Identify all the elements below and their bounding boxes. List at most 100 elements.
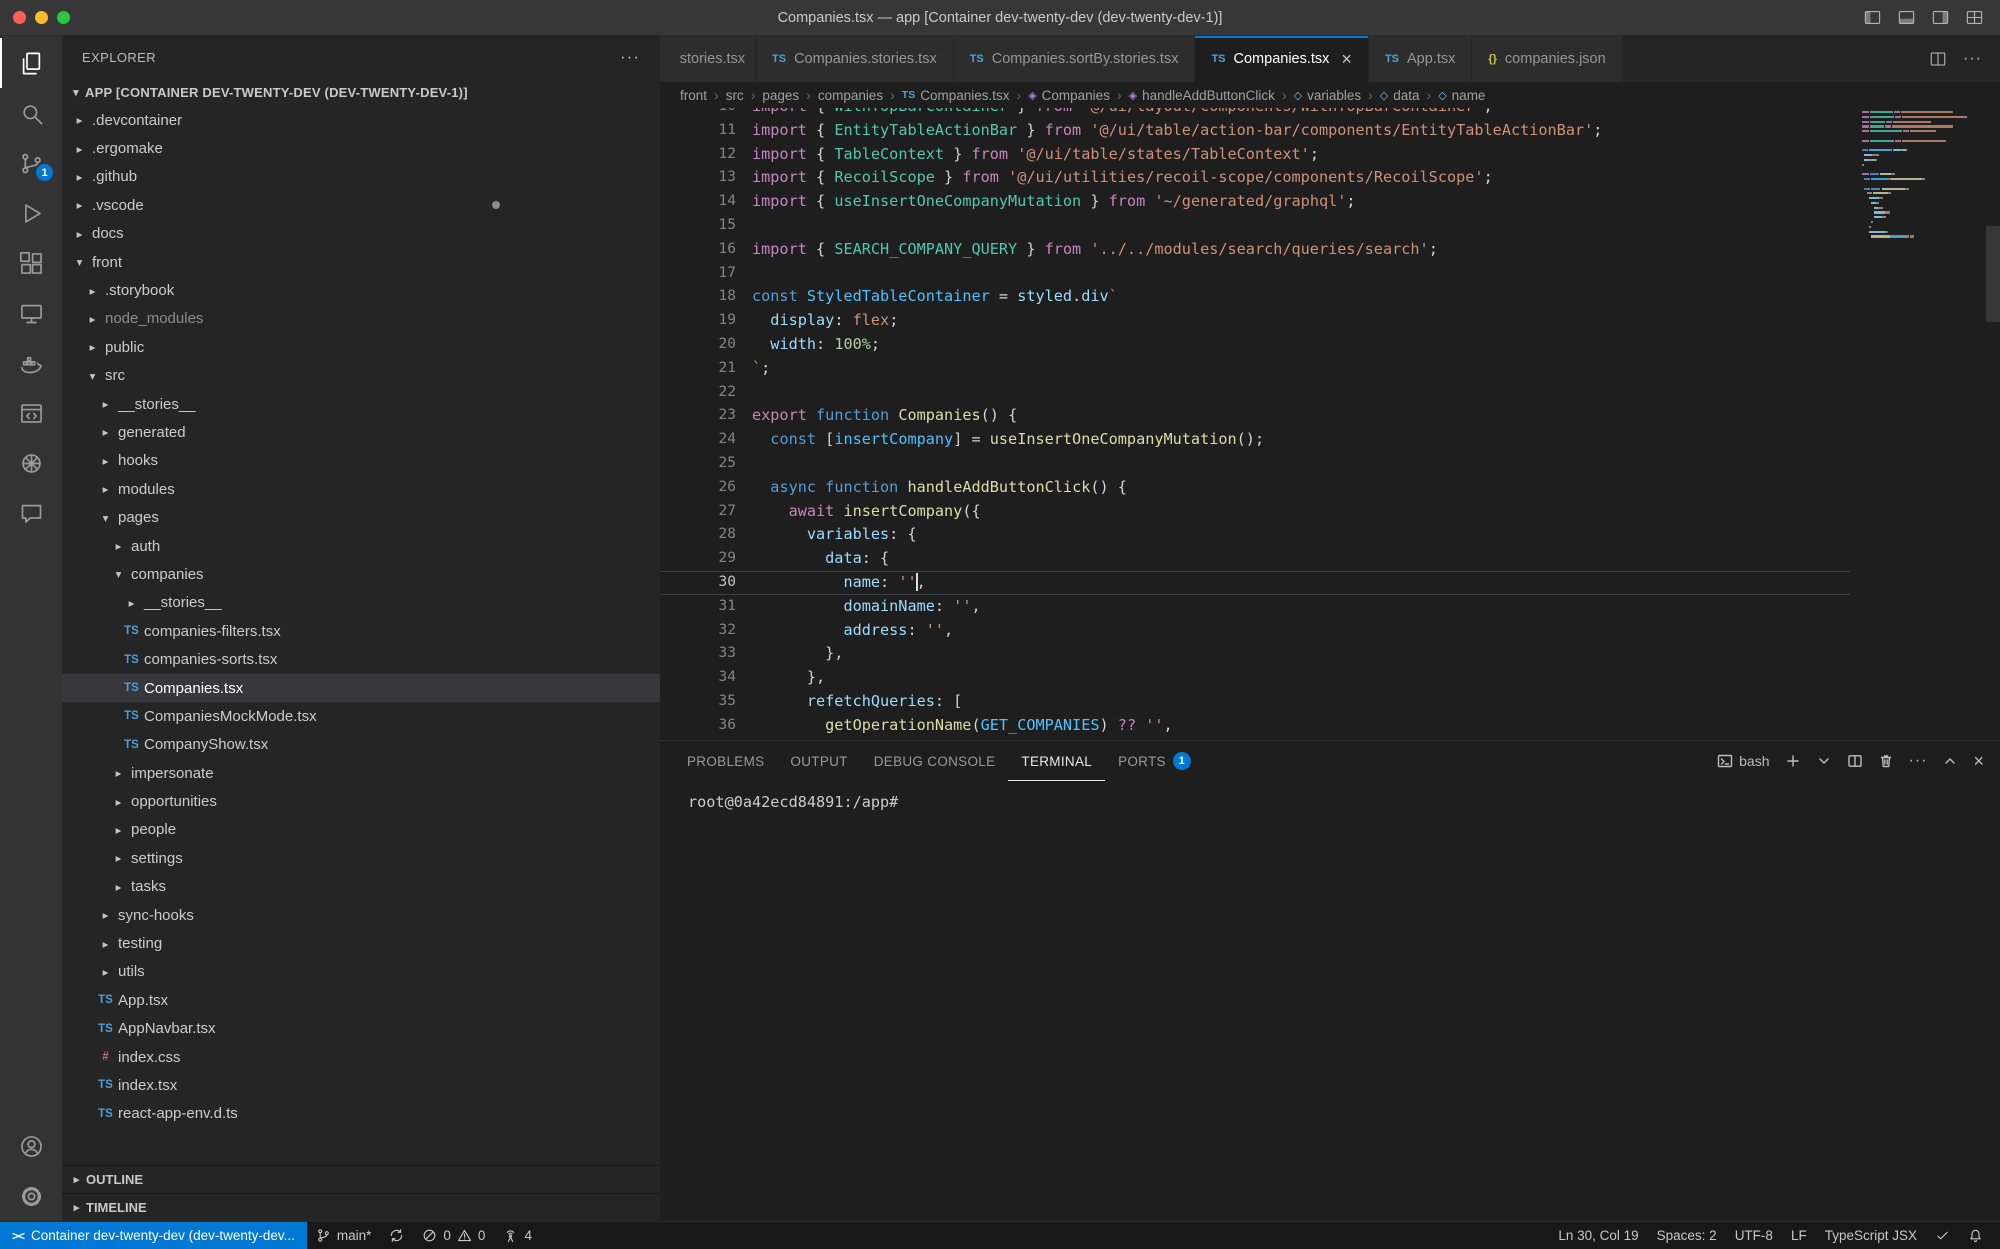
code-text[interactable]: refetchQueries: [ <box>752 690 962 714</box>
search-icon[interactable] <box>0 88 62 138</box>
tab-companies-json[interactable]: {}companies.json <box>1472 36 1622 82</box>
tab-companies-sortby-stories-tsx[interactable]: TSCompanies.sortBy.stories.tsx <box>954 36 1196 82</box>
live-preview-icon[interactable] <box>0 388 62 438</box>
tree-item-stories[interactable]: ▸__stories__ <box>62 390 660 418</box>
tree-item-companies[interactable]: ▾companies <box>62 560 660 588</box>
tree-item-pages[interactable]: ▾pages <box>62 503 660 531</box>
split-terminal-icon[interactable] <box>1847 753 1863 769</box>
code-text[interactable]: }, <box>752 666 825 690</box>
tree-item-settings[interactable]: ▸settings <box>62 844 660 872</box>
tree-item-modules[interactable]: ▸modules <box>62 475 660 503</box>
breadcrumb-item-front[interactable]: front <box>680 88 707 103</box>
split-editor-icon[interactable] <box>1929 50 1947 68</box>
remote-indicator[interactable]: >< Container dev-twenty-dev (dev-twenty-… <box>0 1222 307 1249</box>
run-debug-icon[interactable] <box>0 188 62 238</box>
code-text[interactable]: `; <box>752 357 770 381</box>
code-text[interactable]: import { TableContext } from '@/ui/table… <box>752 143 1319 167</box>
eol-status[interactable]: LF <box>1782 1222 1816 1249</box>
terminal-shell-selector[interactable]: bash <box>1717 753 1769 769</box>
panel-tab-problems[interactable]: PROBLEMS <box>674 741 777 781</box>
code-text[interactable]: const StyledTableContainer = styled.div` <box>752 285 1118 309</box>
toggle-panel-icon[interactable] <box>1897 8 1916 27</box>
minimize-window-button[interactable] <box>35 11 48 24</box>
launch-profile-chevron-icon[interactable] <box>1816 753 1832 769</box>
tree-item-companies-filters-tsx[interactable]: TScompanies-filters.tsx <box>62 617 660 645</box>
new-terminal-icon[interactable] <box>1785 753 1801 769</box>
code-text[interactable]: await insertCompany({ <box>752 500 981 524</box>
code-text[interactable]: variables: { <box>752 523 917 547</box>
breadcrumb-item-name[interactable]: ◇name <box>1438 88 1485 103</box>
ports-status[interactable]: 4 <box>494 1222 541 1249</box>
code-text[interactable]: }, <box>752 642 843 666</box>
sync-changes-button[interactable] <box>380 1222 413 1249</box>
section-header-timeline[interactable]: ▸TIMELINE <box>62 1193 660 1221</box>
panel-tab-debug-console[interactable]: DEBUG CONSOLE <box>861 741 1009 781</box>
breadcrumb-item-data[interactable]: ◇data <box>1380 88 1420 103</box>
chat-icon[interactable] <box>0 488 62 538</box>
formatter-status[interactable] <box>1926 1222 1959 1249</box>
breadcrumb-item-pages[interactable]: pages <box>762 88 799 103</box>
tree-item-index-css[interactable]: #index.css <box>62 1043 660 1071</box>
toggle-sidebar-icon[interactable] <box>1863 8 1882 27</box>
zoom-window-button[interactable] <box>57 11 70 24</box>
tree-item-companies-tsx[interactable]: TSCompanies.tsx <box>62 674 660 702</box>
tree-item-ergomake[interactable]: ▸.ergomake <box>62 134 660 162</box>
tree-item-sync-hooks[interactable]: ▸sync-hooks <box>62 901 660 929</box>
code-text[interactable]: import { RecoilScope } from '@/ui/utilit… <box>752 166 1493 190</box>
section-header-outline[interactable]: ▸OUTLINE <box>62 1165 660 1193</box>
code-text[interactable]: import { WithTopBarContainer } from '@/u… <box>752 108 1493 119</box>
close-panel-icon[interactable]: × <box>1973 752 1984 770</box>
terminal-content[interactable]: root@0a42ecd84891:/app# <box>660 781 2000 1221</box>
tree-item-impersonate[interactable]: ▸impersonate <box>62 759 660 787</box>
tree-item-src[interactable]: ▾src <box>62 362 660 390</box>
code-text[interactable]: address: '', <box>752 619 953 643</box>
code-text[interactable]: getOperationName(GET_COMPANIES) ?? '', <box>752 714 1173 738</box>
panel-tab-ports[interactable]: PORTS1 <box>1105 741 1204 781</box>
breadcrumb-item-companies[interactable]: ◈Companies <box>1028 88 1110 103</box>
close-window-button[interactable] <box>13 11 26 24</box>
code-text[interactable]: export function Companies() { <box>752 404 1017 428</box>
explorer-more-actions-icon[interactable]: ··· <box>620 47 640 67</box>
tree-item-opportunities[interactable]: ▸opportunities <box>62 787 660 815</box>
code-text[interactable]: data: { <box>752 547 889 571</box>
code-text[interactable]: display: flex; <box>752 309 898 333</box>
kubernetes-icon[interactable] <box>0 438 62 488</box>
branch-status[interactable]: main* <box>307 1222 381 1249</box>
terminal-more-actions-icon[interactable]: ··· <box>1909 752 1928 770</box>
notifications-status[interactable] <box>1959 1222 1992 1249</box>
code-text[interactable]: width: 100%; <box>752 333 880 357</box>
language-mode-status[interactable]: TypeScript JSX <box>1816 1222 1926 1249</box>
tree-item-generated[interactable]: ▸generated <box>62 418 660 446</box>
tree-item-hooks[interactable]: ▸hooks <box>62 447 660 475</box>
maximize-panel-icon[interactable] <box>1942 753 1958 769</box>
tree-item-app-tsx[interactable]: TSApp.tsx <box>62 986 660 1014</box>
source-control-icon[interactable]: 1 <box>0 138 62 188</box>
panel-tab-terminal[interactable]: TERMINAL <box>1008 741 1105 781</box>
toggle-secondary-sidebar-icon[interactable] <box>1931 8 1950 27</box>
tab-stories-tsx[interactable]: stories.tsx <box>660 36 756 82</box>
code-text[interactable]: domainName: '', <box>752 595 981 619</box>
tree-item-react-app-env-d-ts[interactable]: TSreact-app-env.d.ts <box>62 1100 660 1128</box>
settings-gear-icon[interactable] <box>0 1171 62 1221</box>
encoding-status[interactable]: UTF-8 <box>1726 1222 1782 1249</box>
tree-item-auth[interactable]: ▸auth <box>62 532 660 560</box>
tree-item-testing[interactable]: ▸testing <box>62 929 660 957</box>
remote-explorer-icon[interactable] <box>0 288 62 338</box>
tab-companies-tsx[interactable]: TSCompanies.tsx× <box>1195 36 1368 82</box>
explorer-icon[interactable] <box>0 38 62 88</box>
kill-terminal-icon[interactable] <box>1878 753 1894 769</box>
code-editor[interactable]: 10import { WithTopBarContainer } from '@… <box>660 108 2000 740</box>
tab-app-tsx[interactable]: TSApp.tsx <box>1369 36 1472 82</box>
project-root-header[interactable]: ▾ APP [CONTAINER DEV-TWENTY-DEV (DEV-TWE… <box>62 78 660 106</box>
panel-tab-output[interactable]: OUTPUT <box>777 741 860 781</box>
code-text[interactable]: import { useInsertOneCompanyMutation } f… <box>752 190 1356 214</box>
tree-item-index-tsx[interactable]: TSindex.tsx <box>62 1071 660 1099</box>
code-text[interactable]: name: '', <box>752 571 926 595</box>
tree-item-devcontainer[interactable]: ▸.devcontainer <box>62 106 660 134</box>
code-text[interactable]: const [insertCompany] = useInsertOneComp… <box>752 428 1264 452</box>
customize-layout-icon[interactable] <box>1965 8 1984 27</box>
cursor-position-status[interactable]: Ln 30, Col 19 <box>1549 1222 1647 1249</box>
tree-item-stories[interactable]: ▸__stories__ <box>62 589 660 617</box>
breadcrumb-item-handleaddbuttonclick[interactable]: ◈handleAddButtonClick <box>1129 88 1275 103</box>
editor-scrollbar[interactable] <box>1986 226 2000 322</box>
